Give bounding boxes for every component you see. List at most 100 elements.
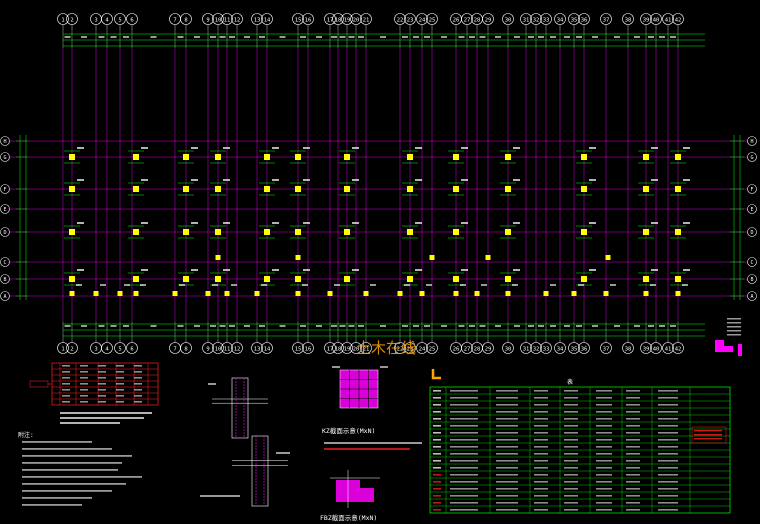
schedule-cell-0-1: [496, 390, 518, 392]
column-label-1-7: [415, 179, 422, 181]
column-1-0: [69, 186, 75, 192]
column-3-2: [183, 276, 189, 282]
schedule-cell-12-5: [626, 474, 640, 476]
note-line-5: [22, 476, 142, 478]
column-label-0-4: [272, 147, 279, 149]
column-1-10: [581, 186, 587, 192]
schedule-cell-12-0: [450, 474, 478, 476]
bottom-bubble-label-1: 1: [61, 346, 64, 352]
top-bubble-label-31: 31: [523, 17, 530, 23]
dim-text-top-13: [259, 36, 265, 38]
top-bubble-label-18: 18: [335, 17, 342, 23]
bottom-bubble-label-24: 24: [419, 346, 426, 352]
legend-cell-6-2: [98, 401, 106, 403]
column-label-0-9: [513, 147, 520, 149]
legend-cell-5-4: [134, 395, 142, 397]
kz-note-a: [324, 442, 422, 444]
column-label-1-10: [589, 179, 596, 181]
dim-text-bot-19: [348, 325, 355, 327]
dim-text-top-26: [458, 36, 465, 38]
schedule-cell-15-2: [534, 495, 548, 497]
dim-text-bot-15: [300, 325, 306, 327]
legend-cell-1-1: [80, 371, 88, 373]
bottom-column-9: [327, 291, 333, 296]
schedule-cell-14-0: [450, 488, 478, 490]
column-2-2: [183, 229, 189, 235]
dim-text-top-12: [244, 36, 250, 38]
column-1-11: [643, 186, 649, 192]
schedule-red-line-2: [694, 438, 722, 440]
cad-drawing-canvas: 1122334455667788991010111112121313141415…: [0, 13, 757, 522]
schedule-cell-2-4: [596, 404, 612, 406]
bottom-bubble-label-27: 27: [464, 346, 471, 352]
legend-cell-4-2: [98, 389, 106, 391]
note-line-6: [22, 483, 126, 485]
column-1-6: [344, 186, 350, 192]
bottom-column-label-19: [650, 284, 656, 286]
legend-cell-4-1: [80, 389, 88, 391]
column-3-6: [344, 276, 350, 282]
column-0-1: [133, 154, 139, 160]
top-bubble-label-13: 13: [254, 17, 261, 23]
schedule-cell-1-3: [564, 397, 578, 399]
schedule-cell-7-4: [596, 439, 612, 441]
schedule-id-1: [433, 397, 441, 399]
schedule-id-12: [433, 474, 441, 476]
column-0-11: [643, 154, 649, 160]
column-label-3-4: [272, 269, 279, 271]
dim-text-bot-35: [576, 325, 582, 327]
schedule-cell-11-2: [534, 467, 548, 469]
bottom-column-17: [571, 291, 577, 296]
right-note-2: [727, 326, 741, 328]
right-row-label-H: H: [750, 139, 753, 145]
note-line-7: [22, 490, 112, 492]
column-label-2-4: [272, 222, 279, 224]
schedule-cell-2-6: [658, 404, 678, 406]
schedule-cell-17-1: [496, 509, 518, 511]
dim-text-bot-41: [670, 325, 676, 327]
column-2-0: [69, 229, 75, 235]
dim-text-top-30: [514, 36, 520, 38]
kz-dim-a: [332, 366, 340, 368]
column-2-8: [453, 229, 459, 235]
schedule-id-6: [433, 432, 441, 434]
bottom-column-label-2: [124, 284, 130, 286]
column-1-7: [407, 186, 413, 192]
schedule-cell-0-3: [564, 390, 578, 392]
dim-text-top-36: [592, 36, 598, 38]
schedule-cell-9-2: [534, 453, 548, 455]
column-2-4: [264, 229, 270, 235]
legend-cell-2-1: [80, 377, 88, 379]
bottom-column-label-12: [426, 284, 432, 286]
schedule-cell-4-6: [658, 418, 678, 420]
dim-text-top-17: [331, 36, 337, 38]
column-label-0-8: [461, 147, 468, 149]
column-0-10: [581, 154, 587, 160]
legend-cell-0-4: [134, 365, 142, 367]
column-label-0-3: [223, 147, 230, 149]
schedule-id-9: [433, 453, 441, 455]
right-detail-a: [715, 340, 724, 352]
extra-column-2: [429, 255, 435, 260]
legend-callout: [29, 380, 49, 388]
kz-section-title: KZ截面示意(MxN): [322, 426, 375, 435]
schedule-cell-0-6: [658, 390, 678, 392]
bottom-column-10: [363, 291, 369, 296]
extra-column-0: [215, 255, 221, 260]
dim-text-top-32: [538, 36, 544, 38]
elev-note-a: [208, 383, 216, 385]
dim-text-top-14: [279, 36, 286, 38]
legend-cell-2-2: [98, 377, 106, 379]
column-3-0: [69, 276, 75, 282]
schedule-cell-6-6: [658, 432, 678, 434]
dim-text-top-41: [670, 36, 676, 38]
column-0-5: [295, 154, 301, 160]
bottom-bubble-label-25: 25: [429, 346, 436, 352]
column-label-3-0: [77, 269, 84, 271]
bottom-column-11: [397, 291, 403, 296]
note-line-8: [22, 497, 92, 499]
dim-text-top-5: [123, 36, 129, 38]
column-label-3-7: [415, 269, 422, 271]
dim-text-top-22: [402, 36, 408, 38]
column-label-2-2: [191, 222, 198, 224]
